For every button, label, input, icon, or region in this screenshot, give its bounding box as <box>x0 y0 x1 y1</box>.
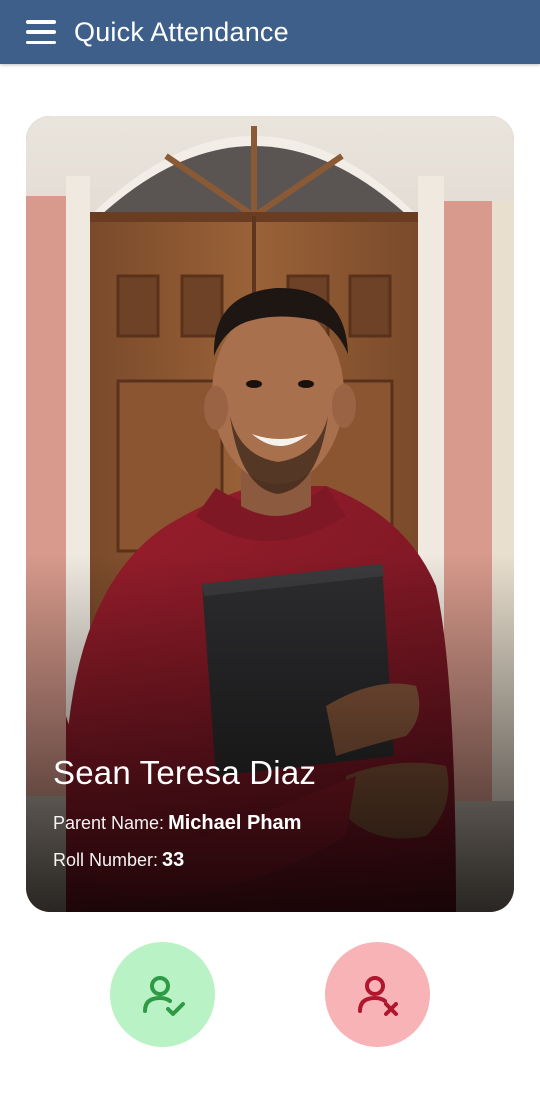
parent-name-row: Parent Name: Michael Pham <box>53 812 301 835</box>
app-bar: Quick Attendance <box>0 0 540 64</box>
hamburger-menu-icon[interactable] <box>26 20 56 44</box>
roll-number-value: 33 <box>162 849 185 871</box>
roll-number-row: Roll Number: 33 <box>53 849 184 872</box>
student-card: Sean Teresa Diaz Parent Name: Michael Pha… <box>26 116 514 912</box>
parent-name-label: Parent Name: <box>53 813 165 833</box>
roll-number-label: Roll Number: <box>53 850 159 870</box>
parent-name-value: Michael Pham <box>168 812 302 834</box>
student-info: Sean Teresa Diaz Parent Name: Michael Pha… <box>53 712 494 912</box>
user-x-icon <box>357 975 398 1016</box>
mark-present-button[interactable] <box>110 942 215 1047</box>
page-title: Quick Attendance <box>74 16 289 47</box>
user-check-icon <box>142 975 185 1016</box>
mark-absent-button[interactable] <box>325 942 430 1047</box>
student-name: Sean Teresa Diaz <box>53 754 317 791</box>
